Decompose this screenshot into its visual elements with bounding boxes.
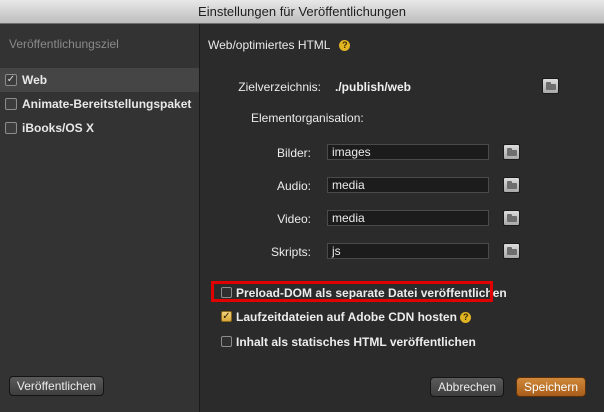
- images-label: Bilder:: [276, 146, 311, 160]
- help-icon[interactable]: ?: [339, 40, 351, 51]
- audio-folder-button[interactable]: [503, 177, 520, 193]
- sidebar-item-web[interactable]: ✓ Web: [0, 68, 199, 92]
- sidebar-item-ibooks[interactable]: iBooks/OS X: [0, 116, 199, 140]
- sidebar-item-label: Animate-Bereitstellungspaket: [22, 97, 192, 111]
- checkbox-checked-icon[interactable]: ✓: [221, 311, 232, 322]
- sidebar: Veröffentlichungsziel ✓ Web Animate-Bere…: [0, 24, 200, 412]
- cancel-button[interactable]: Abbrechen: [430, 377, 504, 397]
- section-title-text: Web/optimiertes HTML: [208, 38, 331, 52]
- audio-label: Audio:: [276, 179, 311, 193]
- images-field[interactable]: images: [327, 144, 489, 160]
- folder-icon: [507, 148, 517, 156]
- target-dir-label: Zielverzeichnis:: [238, 80, 321, 94]
- option-label: Laufzeitdateien auf Adobe CDN hosten ?: [236, 310, 472, 324]
- element-organisation-label: Elementorganisation:: [251, 111, 364, 125]
- option-label: Inhalt als statisches HTML veröffentlich…: [236, 335, 476, 349]
- video-field[interactable]: media: [327, 210, 489, 226]
- folder-icon: [507, 181, 517, 189]
- folder-icon: [507, 247, 517, 255]
- folder-icon: [507, 214, 517, 222]
- scripts-field[interactable]: js: [327, 243, 489, 259]
- sidebar-list: ✓ Web Animate-Bereitstellungspaket iBook…: [0, 68, 199, 140]
- sidebar-header: Veröffentlichungsziel: [9, 37, 119, 51]
- publish-button[interactable]: Veröffentlichen: [9, 376, 104, 396]
- video-folder-button[interactable]: [503, 210, 520, 226]
- section-title: Web/optimiertes HTML ?: [208, 38, 351, 52]
- checkbox-icon[interactable]: [5, 98, 17, 110]
- checkbox-icon[interactable]: [221, 336, 232, 347]
- option-label: Preload-DOM als separate Datei veröffent…: [236, 286, 507, 300]
- settings-panel: Web/optimiertes HTML ? Zielverzeichnis: …: [201, 24, 604, 412]
- save-button[interactable]: Speichern: [516, 377, 586, 397]
- folder-icon: [546, 82, 556, 90]
- scripts-folder-button[interactable]: [503, 243, 520, 259]
- checkbox-checked-icon[interactable]: ✓: [5, 74, 17, 86]
- help-icon[interactable]: ?: [460, 312, 472, 323]
- window-titlebar: Einstellungen für Veröffentlichungen: [0, 0, 604, 24]
- sidebar-item-label: Web: [22, 73, 48, 87]
- images-folder-button[interactable]: [503, 144, 520, 160]
- option-label-text: Laufzeitdateien auf Adobe CDN hosten: [236, 310, 457, 324]
- sidebar-item-label: iBooks/OS X: [22, 121, 95, 135]
- checkbox-icon[interactable]: [221, 287, 232, 298]
- video-label: Video:: [277, 212, 311, 226]
- target-dir-folder-button[interactable]: [542, 78, 559, 94]
- audio-field[interactable]: media: [327, 177, 489, 193]
- window-title: Einstellungen für Veröffentlichungen: [198, 4, 406, 19]
- sidebar-item-animate-package[interactable]: Animate-Bereitstellungspaket: [0, 92, 199, 116]
- checkbox-icon[interactable]: [5, 122, 17, 134]
- target-dir-value: ./publish/web: [335, 80, 412, 94]
- scripts-label: Skripts:: [270, 245, 311, 259]
